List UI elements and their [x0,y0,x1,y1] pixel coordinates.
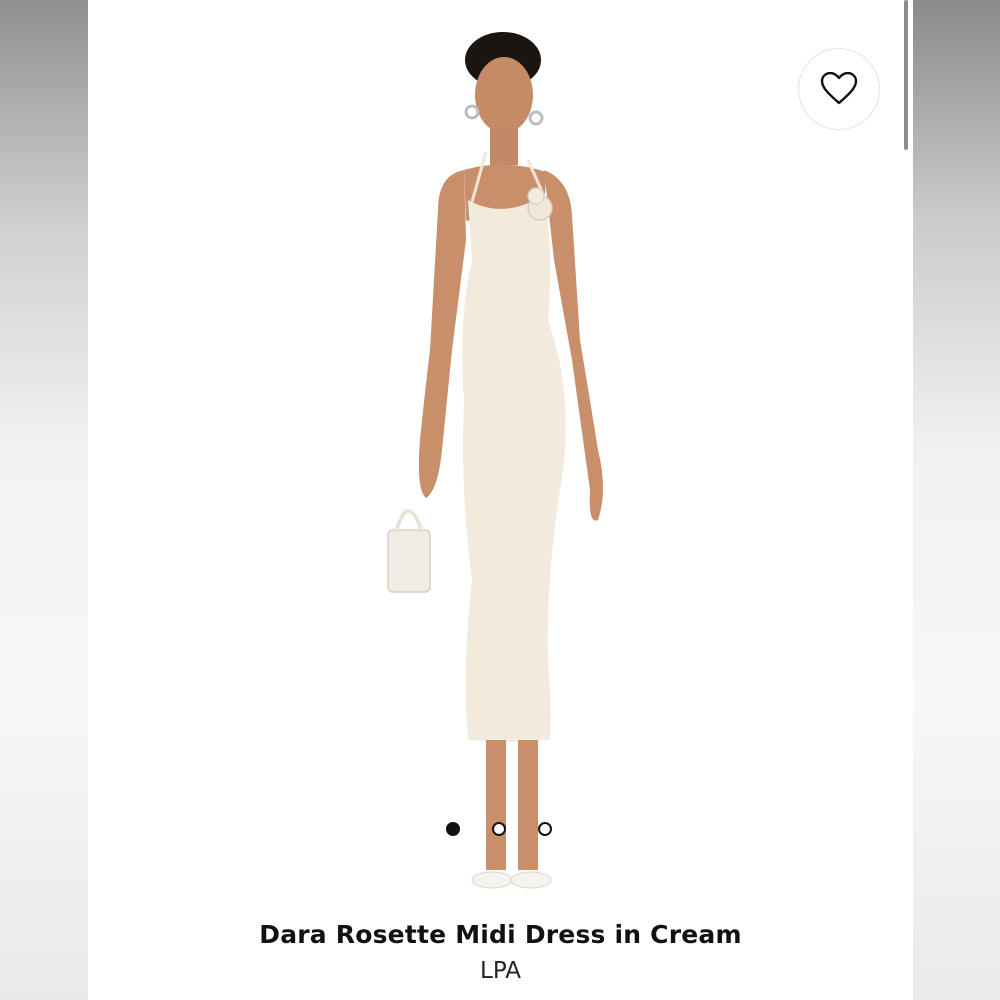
carousel-dot-1[interactable] [446,822,460,836]
heart-icon [820,72,858,105]
right-blurred-background [913,0,1000,1000]
wishlist-button[interactable] [798,48,880,130]
model-right-leg [518,740,538,870]
carousel-dots [446,822,552,836]
dress [462,195,566,742]
handbag [387,529,431,593]
carousel-dot-3[interactable] [538,822,552,836]
model-left-leg [486,740,506,870]
scrollbar[interactable] [904,0,908,150]
carousel-dot-2[interactable] [492,822,506,836]
model-left-arm [418,170,466,498]
left-blurred-background [0,0,88,1000]
model-face [475,57,533,133]
right-shoe [510,871,552,889]
product-title[interactable]: Dara Rosette Midi Dress in Cream [88,920,913,949]
product-image[interactable] [368,20,638,910]
product-card: Dara Rosette Midi Dress in Cream LPA [88,0,913,1000]
left-shoe [471,871,513,889]
product-brand[interactable]: LPA [88,958,913,984]
